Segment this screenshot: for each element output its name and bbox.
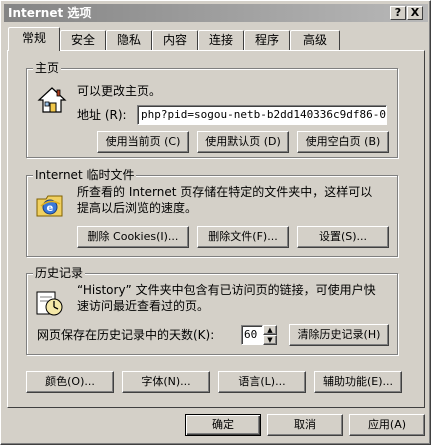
- house-icon: [37, 87, 67, 113]
- history-group: 历史记录 “History” 文件夹中包含有已访问页的链接，可使用户快 速访问最…: [26, 266, 398, 355]
- tab-connections[interactable]: 连接: [198, 30, 244, 50]
- homepage-address-input[interactable]: php?pid=sogou-netb-b2dd140336c9df86-0001: [137, 105, 387, 125]
- svg-text:e: e: [47, 203, 54, 214]
- use-default-page-button[interactable]: 使用默认页 (D): [197, 131, 289, 153]
- help-button[interactable]: ?: [390, 6, 406, 20]
- use-blank-page-button[interactable]: 使用空白页 (B): [297, 131, 389, 153]
- languages-button[interactable]: 语言(L)...: [218, 371, 306, 393]
- cancel-button[interactable]: 取消: [267, 414, 343, 436]
- history-clock-icon: [36, 291, 63, 316]
- tab-security[interactable]: 安全: [60, 30, 106, 50]
- homepage-description: 可以更改主页。: [77, 84, 162, 98]
- delete-cookies-button[interactable]: 删除 Cookies(I)...: [77, 226, 189, 248]
- accessibility-button[interactable]: 辅助功能(E)...: [314, 371, 402, 393]
- apply-button[interactable]: 应用(A): [349, 414, 425, 436]
- internet-options-dialog: Internet 选项 ? X 常规 安全 隐私 内容 连接 程序 高级 主页 …: [0, 0, 431, 445]
- temp-files-desc-1: 所查看的 Internet 页存储在特定的文件夹中，这样可以: [77, 185, 373, 199]
- address-label: 地址 (R):: [77, 108, 127, 122]
- title-bar[interactable]: Internet 选项 ? X: [4, 4, 428, 22]
- fonts-button[interactable]: 字体(N)...: [122, 371, 210, 393]
- history-days-label: 网页保存在历史记录中的天数(K):: [37, 328, 215, 342]
- history-desc-2: 速访问最近查看过的页。: [77, 299, 210, 313]
- spin-up-icon[interactable]: ▲: [263, 325, 277, 335]
- history-desc-1: “History” 文件夹中包含有已访问页的链接，可使用户快: [77, 283, 376, 297]
- homepage-group: 主页 可以更改主页。 地址 (R): php?pid=sogou-netb-b2…: [26, 61, 398, 158]
- close-button[interactable]: X: [407, 6, 423, 20]
- tab-privacy[interactable]: 隐私: [106, 30, 152, 50]
- use-current-page-button[interactable]: 使用当前页 (C): [97, 131, 189, 153]
- tab-content[interactable]: 内容: [152, 30, 198, 50]
- temp-files-group: Internet 临时文件 e 所查看的 Internet 页存储在特定的文件夹…: [26, 168, 398, 257]
- tab-programs[interactable]: 程序: [244, 30, 290, 50]
- colors-button[interactable]: 颜色(O)...: [26, 371, 114, 393]
- window-title: Internet 选项: [8, 6, 92, 20]
- folder-ie-icon: e: [36, 195, 63, 217]
- tab-advanced[interactable]: 高级: [290, 30, 340, 50]
- tab-general[interactable]: 常规: [8, 27, 60, 51]
- history-legend: 历史记录: [33, 266, 86, 280]
- history-days-spinner[interactable]: ▲ ▼: [263, 325, 277, 345]
- ok-button[interactable]: 确定: [185, 414, 261, 436]
- general-tab-panel: 主页 可以更改主页。 地址 (R): php?pid=sogou-netb-b2…: [7, 50, 425, 408]
- spin-down-icon[interactable]: ▼: [263, 335, 277, 345]
- temp-files-legend: Internet 临时文件: [33, 168, 137, 182]
- temp-settings-button[interactable]: 设置(S)...: [297, 226, 389, 248]
- homepage-legend: 主页: [33, 61, 62, 75]
- temp-files-desc-2: 提高以后浏览的速度。: [77, 201, 198, 215]
- history-days-input[interactable]: 60: [241, 325, 263, 345]
- clear-history-button[interactable]: 清除历史记录(H): [289, 324, 389, 346]
- delete-files-button[interactable]: 删除文件(F)...: [197, 226, 289, 248]
